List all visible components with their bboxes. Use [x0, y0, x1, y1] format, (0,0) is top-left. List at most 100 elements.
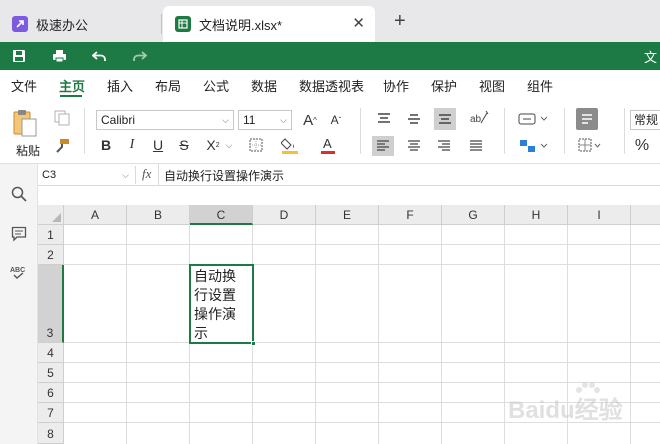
- copy-icon[interactable]: [52, 108, 72, 128]
- borders-icon[interactable]: [246, 136, 266, 154]
- grow-font-icon[interactable]: A ^: [300, 110, 320, 130]
- column-header-e[interactable]: E: [316, 205, 379, 225]
- formula-divider: [158, 164, 159, 186]
- number-format-select[interactable]: 常规: [630, 110, 660, 130]
- select-all-corner[interactable]: [38, 205, 64, 225]
- strikethrough-button[interactable]: S: [176, 136, 192, 154]
- column-header-h[interactable]: H: [505, 205, 568, 225]
- fill-handle[interactable]: [251, 341, 256, 346]
- percent-button[interactable]: %: [632, 136, 652, 156]
- fill-color-icon[interactable]: [280, 134, 300, 156]
- menu-file[interactable]: 文件: [11, 76, 37, 95]
- chevron-down-icon: ⌵: [222, 115, 229, 125]
- print-icon[interactable]: [50, 47, 68, 65]
- save-icon[interactable]: [10, 47, 28, 65]
- menu-home[interactable]: 主页: [59, 76, 85, 95]
- row-header-2[interactable]: 2: [38, 245, 64, 265]
- tab-label: 极速办公: [36, 17, 89, 33]
- chevron-down-icon[interactable]: ⌵: [224, 138, 234, 152]
- merge-cells-icon[interactable]: [516, 136, 550, 156]
- justify-icon[interactable]: [466, 136, 486, 156]
- font-size-select[interactable]: 11 ⌵: [238, 110, 292, 130]
- redo-icon[interactable]: [130, 47, 148, 65]
- font-size-value: 11: [243, 113, 256, 127]
- align-middle-icon[interactable]: [404, 110, 424, 128]
- text-orientation-icon[interactable]: ab: [466, 108, 494, 128]
- menu-view[interactable]: 视图: [479, 76, 505, 95]
- menu-layout[interactable]: 布局: [155, 76, 181, 95]
- menu-formula[interactable]: 公式: [203, 76, 229, 95]
- ribbon-divider: [504, 108, 505, 154]
- cell-style-icon[interactable]: [576, 108, 598, 130]
- column-header-b[interactable]: B: [127, 205, 190, 225]
- underline-button[interactable]: U: [150, 136, 166, 154]
- tab-home[interactable]: 极速办公: [0, 6, 160, 42]
- formula-input[interactable]: 自动换行设置操作演示: [164, 167, 284, 184]
- close-icon[interactable]: ✕: [352, 14, 365, 32]
- menu-insert[interactable]: 插入: [107, 76, 133, 95]
- tab-document[interactable]: 文档说明.xlsx* ✕: [163, 6, 375, 42]
- search-icon[interactable]: [9, 184, 29, 204]
- left-panel: ABC: [0, 164, 38, 444]
- subscript-button[interactable]: X2: [202, 136, 224, 154]
- gridline: [64, 362, 660, 363]
- font-name-select[interactable]: Calibri ⌵: [96, 110, 234, 130]
- new-tab-plus-icon[interactable]: +: [394, 10, 406, 33]
- menu-collaborate[interactable]: 协作: [383, 76, 409, 95]
- column-header-a[interactable]: A: [64, 205, 127, 225]
- column-header-f[interactable]: F: [379, 205, 442, 225]
- wrap-text-icon[interactable]: [516, 110, 550, 128]
- align-right-icon[interactable]: [434, 136, 454, 156]
- menu-pivot-table[interactable]: 数据透视表: [299, 76, 364, 95]
- shrink-font-icon[interactable]: Aˇ: [326, 110, 346, 130]
- watermark-text: Baidu经验: [508, 397, 623, 424]
- menu-data[interactable]: 数据: [251, 76, 277, 95]
- paste-icon[interactable]: [12, 108, 38, 138]
- row-header-6[interactable]: 6: [38, 383, 64, 403]
- align-left-icon[interactable]: [372, 136, 394, 156]
- row-header-1[interactable]: 1: [38, 225, 64, 245]
- chevron-down-icon: ⌵: [280, 115, 287, 125]
- align-center-icon[interactable]: [404, 136, 424, 156]
- paste-label[interactable]: 粘贴: [16, 142, 40, 159]
- row-header-7[interactable]: 7: [38, 403, 64, 423]
- tab-divider: [161, 14, 162, 34]
- fx-icon[interactable]: fx: [142, 166, 151, 182]
- active-cell-c3[interactable]: 自动换行设置操作演示: [189, 264, 254, 344]
- tab-label: 文档说明.xlsx*: [199, 17, 283, 33]
- gridline: [315, 225, 316, 444]
- row-header-4[interactable]: 4: [38, 343, 64, 363]
- name-box[interactable]: C3 ⌵: [38, 166, 136, 184]
- gridline: [64, 244, 660, 245]
- gridline: [126, 225, 127, 444]
- align-bottom-icon[interactable]: [434, 108, 456, 130]
- chevron-down-icon: ⌵: [122, 170, 129, 180]
- column-header-d[interactable]: D: [253, 205, 316, 225]
- gridline: [64, 342, 660, 343]
- column-header-c[interactable]: C: [190, 205, 253, 225]
- menu-protect[interactable]: 保护: [431, 76, 457, 95]
- conditional-format-icon[interactable]: [576, 136, 604, 156]
- svg-text:ab: ab: [470, 114, 482, 125]
- gridline: [504, 225, 505, 444]
- spreadsheet-icon: [175, 16, 191, 32]
- font-name-value: Calibri: [101, 113, 136, 127]
- menu-plugins[interactable]: 组件: [527, 76, 553, 95]
- gridline: [441, 225, 442, 444]
- row-header-5[interactable]: 5: [38, 363, 64, 383]
- column-header-i[interactable]: I: [568, 205, 631, 225]
- comment-icon[interactable]: [9, 224, 29, 244]
- font-color-icon[interactable]: A: [318, 134, 338, 156]
- column-header-g[interactable]: G: [442, 205, 505, 225]
- undo-icon[interactable]: [90, 47, 108, 65]
- row-header-3[interactable]: 3: [38, 265, 64, 343]
- align-top-icon[interactable]: [374, 110, 394, 128]
- gridline: [378, 225, 379, 444]
- row-header-8[interactable]: 8: [38, 423, 64, 444]
- spellcheck-icon[interactable]: ABC: [9, 262, 29, 282]
- bold-button[interactable]: B: [98, 136, 114, 154]
- italic-button[interactable]: I: [124, 136, 140, 154]
- format-painter-icon[interactable]: [52, 136, 72, 156]
- ribbon-divider: [624, 108, 625, 154]
- cell-reference: C3: [42, 169, 57, 181]
